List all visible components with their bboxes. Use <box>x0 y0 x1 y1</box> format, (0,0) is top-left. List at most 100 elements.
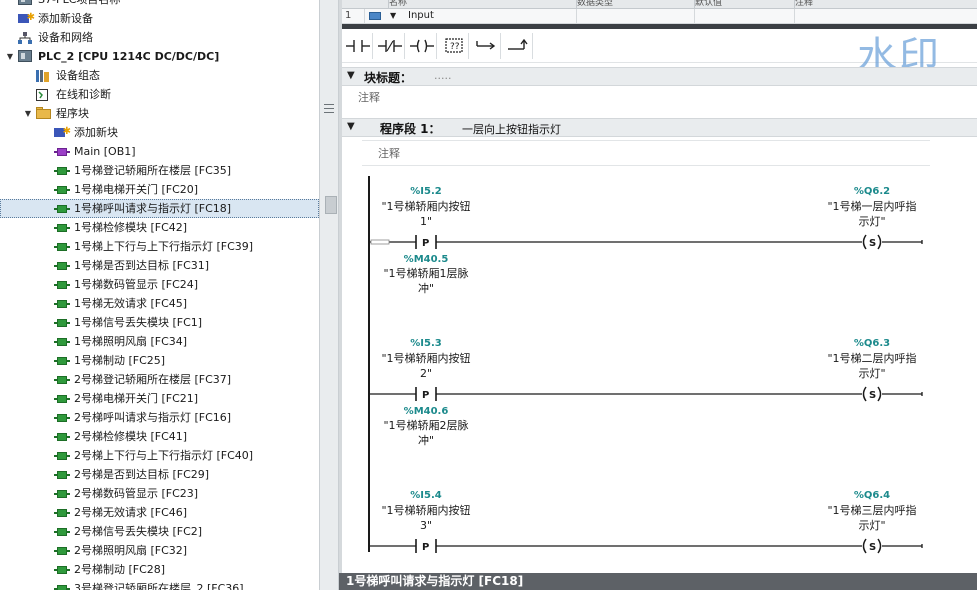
fc-block-icon <box>54 489 70 499</box>
tree-item[interactable]: 1号梯无效请求 [FC45] <box>0 294 319 313</box>
tree-item-label: 在线和诊断 <box>56 88 111 101</box>
tree-item[interactable]: 在线和诊断 <box>0 85 319 104</box>
tree-item[interactable]: 2号梯照明风扇 [FC32] <box>0 541 319 560</box>
edge-memory-symbol[interactable]: 冲" <box>366 433 486 448</box>
tree-item[interactable]: 3号梯登记轿厢所在楼层_2 [FC36] <box>0 579 319 590</box>
tree-item-label: 1号梯数码管显示 [FC24] <box>74 278 199 291</box>
tree-expand-icon[interactable]: ▼ <box>4 47 16 66</box>
tree-item[interactable]: 2号梯信号丢失模块 [FC2] <box>0 522 319 541</box>
coil-symbol[interactable]: 示灯" <box>812 518 932 533</box>
contact-address[interactable]: %I5.2 <box>366 186 486 197</box>
contact-symbol[interactable]: "1号梯轿厢内按钮 <box>366 503 486 518</box>
tree-item-label: 2号梯无效请求 [FC46] <box>74 506 188 519</box>
coil-symbol[interactable]: "1号梯三层内呼指 <box>812 503 932 518</box>
tree-item-label: 1号梯登记轿厢所在楼层 [FC35] <box>74 164 232 177</box>
splitter-grip-icon[interactable] <box>324 104 334 116</box>
tree-item-label: Main [OB1] <box>74 145 136 158</box>
ladder-diagram: PSPSPS %I5.2 "1号梯轿厢内按钮 1" %Q6.2 "1号梯一层内呼指 示灯"… <box>342 0 977 573</box>
fc-block-icon <box>54 242 70 252</box>
tree-item[interactable]: 2号梯数码管显示 [FC23] <box>0 484 319 503</box>
coil-symbol[interactable]: "1号梯一层内呼指 <box>812 199 932 214</box>
tree-item[interactable]: 2号梯是否到达目标 [FC29] <box>0 465 319 484</box>
tree-item[interactable]: ✱ 添加新块 <box>0 123 319 142</box>
p-contact-type: P <box>422 238 429 249</box>
tree-item[interactable]: Main [OB1] <box>0 142 319 161</box>
tree-item-label: 2号梯是否到达目标 [FC29] <box>74 468 210 481</box>
fc-block-icon <box>54 280 70 290</box>
tree-item-label: 2号梯电梯开关门 [FC21] <box>74 392 199 405</box>
wire-selection-marker <box>370 239 390 245</box>
project-icon <box>18 0 34 5</box>
tree-item[interactable]: 2号梯无效请求 [FC46] <box>0 503 319 522</box>
tree-item[interactable]: 1号梯数码管显示 [FC24] <box>0 275 319 294</box>
fc-block-icon <box>54 451 70 461</box>
tree-item[interactable]: 2号梯上下行与上下行指示灯 [FC40] <box>0 446 319 465</box>
online-diagnostics-icon <box>36 88 48 101</box>
tree-item-label: 2号梯数码管显示 [FC23] <box>74 487 199 500</box>
tree-item-label: 1号梯检修模块 [FC42] <box>74 221 188 234</box>
fc-block-icon <box>54 356 70 366</box>
tree-item-label: 1号梯呼叫请求与指示灯 [FC18] <box>74 202 232 215</box>
coil-address[interactable]: %Q6.3 <box>812 338 932 349</box>
panel-splitter[interactable] <box>319 0 339 590</box>
tree-item[interactable]: 设备组态 <box>0 66 319 85</box>
tree-item[interactable]: ▼ 程序块 <box>0 104 319 123</box>
tree-item[interactable]: 2号梯电梯开关门 [FC21] <box>0 389 319 408</box>
tree-item-label: S7-PLC项目名称 <box>38 0 120 9</box>
coil-symbol[interactable]: 示灯" <box>812 214 932 229</box>
tree-item[interactable]: 1号梯是否到达目标 [FC31] <box>0 256 319 275</box>
set-coil-type: S <box>869 390 876 401</box>
tree-item[interactable]: 1号梯呼叫请求与指示灯 [FC18] <box>0 199 319 218</box>
contact-address[interactable]: %I5.4 <box>366 490 486 501</box>
tree-item-label: 1号梯是否到达目标 [FC31] <box>74 259 210 272</box>
tree-item[interactable]: ✱ 添加新设备 <box>0 9 319 28</box>
tree-item[interactable]: 1号梯上下行与上下行指示灯 [FC39] <box>0 237 319 256</box>
tree-item-label: 设备组态 <box>56 69 100 82</box>
tree-item-label: 添加新块 <box>74 126 118 139</box>
contact-address[interactable]: %I5.3 <box>366 338 486 349</box>
contact-symbol[interactable]: 1" <box>366 214 486 229</box>
fc-block-icon <box>54 394 70 404</box>
tree-item[interactable]: 1号梯电梯开关门 [FC20] <box>0 180 319 199</box>
editor-status-bar: 1号梯呼叫请求与指示灯 [FC18] <box>339 573 977 590</box>
set-coil-left <box>862 386 867 402</box>
tree-item[interactable]: S7-PLC项目名称 <box>0 0 319 9</box>
coil-symbol[interactable]: 示灯" <box>812 366 932 381</box>
fc-block-icon <box>54 432 70 442</box>
tree-item-label: 设备和网络 <box>38 31 93 44</box>
tree-scrollbar-thumb[interactable] <box>325 196 337 214</box>
contact-symbol[interactable]: 3" <box>366 518 486 533</box>
tree-item[interactable]: 1号梯登记轿厢所在楼层 [FC35] <box>0 161 319 180</box>
project-tree[interactable]: S7-PLC项目名称✱添加新设备设备和网络 ▼ PLC_2 [CPU 1214C D… <box>0 0 319 590</box>
p-contact-type: P <box>422 542 429 553</box>
coil-symbol[interactable]: "1号梯二层内呼指 <box>812 351 932 366</box>
tree-item[interactable]: 1号梯制动 [FC25] <box>0 351 319 370</box>
coil-address[interactable]: %Q6.4 <box>812 490 932 501</box>
tree-item[interactable]: 2号梯呼叫请求与指示灯 [FC16] <box>0 408 319 427</box>
tree-item-label: PLC_2 [CPU 1214C DC/DC/DC] <box>38 50 220 63</box>
edge-memory-symbol[interactable]: 冲" <box>366 281 486 296</box>
edge-memory-address[interactable]: %M40.6 <box>366 406 486 417</box>
fc-block-icon <box>54 223 70 233</box>
contact-symbol[interactable]: "1号梯轿厢内按钮 <box>366 199 486 214</box>
tree-expand-icon[interactable]: ▼ <box>22 104 34 123</box>
coil-address[interactable]: %Q6.2 <box>812 186 932 197</box>
device-config-icon <box>36 69 50 82</box>
tree-item-label: 2号梯照明风扇 [FC32] <box>74 544 188 557</box>
contact-symbol[interactable]: "1号梯轿厢内按钮 <box>366 351 486 366</box>
tree-item[interactable]: 2号梯检修模块 [FC41] <box>0 427 319 446</box>
contact-symbol[interactable]: 2" <box>366 366 486 381</box>
tree-item-label: 1号梯制动 [FC25] <box>74 354 166 367</box>
edge-memory-address[interactable]: %M40.5 <box>366 254 486 265</box>
tree-item[interactable]: 2号梯制动 [FC28] <box>0 560 319 579</box>
tree-item[interactable]: 1号梯信号丢失模块 [FC1] <box>0 313 319 332</box>
edge-memory-symbol[interactable]: "1号梯轿厢2层脉 <box>366 418 486 433</box>
edge-memory-symbol[interactable]: "1号梯轿厢1层脉 <box>366 266 486 281</box>
tree-item[interactable]: 1号梯检修模块 [FC42] <box>0 218 319 237</box>
tree-item[interactable]: 设备和网络 <box>0 28 319 47</box>
fc-block-icon <box>54 413 70 423</box>
tree-item[interactable]: 1号梯照明风扇 [FC34] <box>0 332 319 351</box>
tree-item-label: 2号梯上下行与上下行指示灯 [FC40] <box>74 449 254 462</box>
tree-item[interactable]: ▼ PLC_2 [CPU 1214C DC/DC/DC] <box>0 47 319 66</box>
tree-item[interactable]: 2号梯登记轿厢所在楼层 [FC37] <box>0 370 319 389</box>
